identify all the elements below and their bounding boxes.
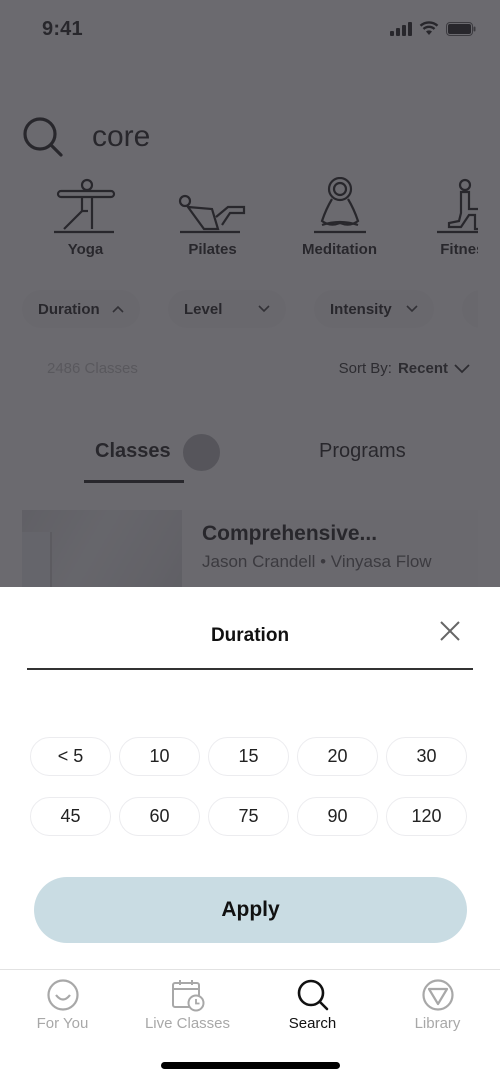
duration-option[interactable]: 75	[208, 797, 289, 836]
tabbar-for-you[interactable]: For You	[0, 978, 125, 1032]
sheet-title: Duration	[210, 625, 290, 646]
duration-option[interactable]: 10	[119, 737, 200, 776]
apply-button[interactable]: Apply	[34, 877, 467, 943]
duration-option[interactable]: 120	[386, 797, 467, 836]
tabbar-label: For You	[36, 1015, 89, 1032]
library-triangle-icon	[421, 979, 454, 1011]
tabbar-label: Search	[288, 1015, 337, 1032]
duration-option[interactable]: 30	[386, 737, 467, 776]
tabbar-library[interactable]: Library	[375, 978, 500, 1032]
duration-option[interactable]: 20	[297, 737, 378, 776]
sheet-divider	[27, 668, 473, 670]
home-indicator[interactable]	[161, 1062, 340, 1069]
smiley-icon	[46, 979, 79, 1011]
duration-option[interactable]: 15	[208, 737, 289, 776]
close-icon[interactable]	[436, 617, 464, 645]
tabbar-live-classes[interactable]: Live Classes	[125, 978, 250, 1032]
duration-option[interactable]: 60	[119, 797, 200, 836]
duration-option[interactable]: 90	[297, 797, 378, 836]
duration-option[interactable]: < 5	[30, 737, 111, 776]
search-icon	[297, 979, 328, 1011]
tabbar-label: Live Classes	[144, 1015, 231, 1032]
tabbar-label: Library	[414, 1015, 461, 1032]
modal-backdrop[interactable]	[0, 0, 500, 587]
calendar-clock-icon	[171, 980, 204, 1012]
tabbar-search[interactable]: Search	[250, 978, 375, 1032]
duration-option[interactable]: 45	[30, 797, 111, 836]
duration-options: < 5 10 15 20 30 45 60 75 90 120	[30, 737, 470, 836]
